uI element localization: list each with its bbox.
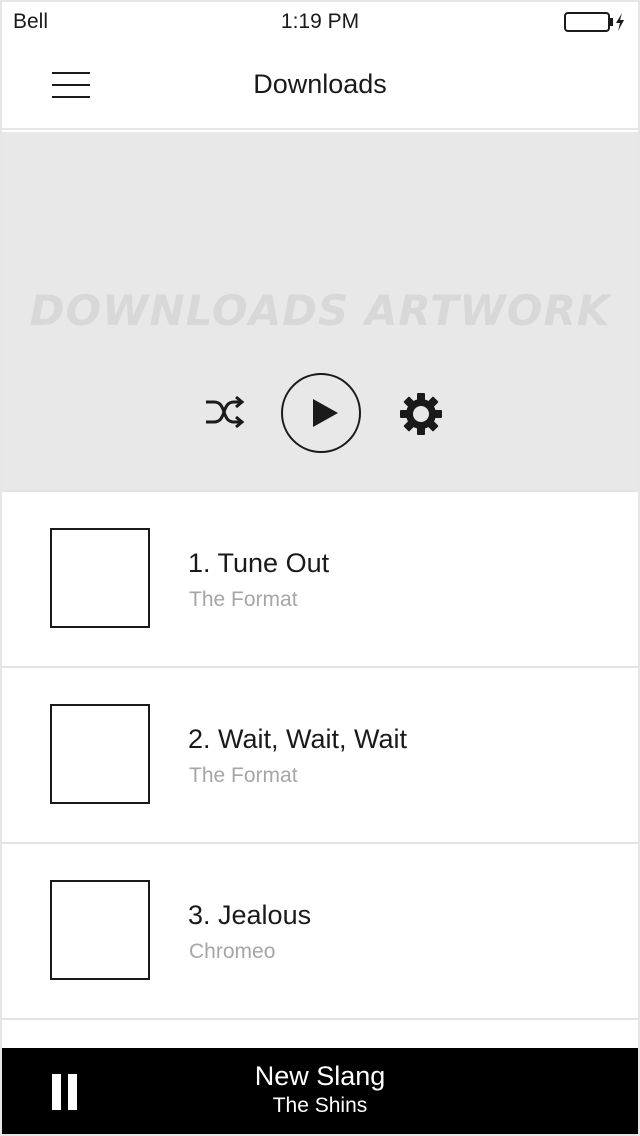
track-artist: The Format (189, 764, 298, 787)
track-artwork (50, 880, 150, 980)
track-artist: The Format (189, 588, 298, 611)
track-title: 1. Tune Out (188, 548, 330, 578)
track-row[interactable]: 1. Tune Out The Format (2, 492, 638, 668)
artwork-placeholder-label: DOWNLOADS ARTWORK (29, 286, 611, 335)
track-row[interactable]: 3. Jealous Chromeo (2, 844, 638, 1020)
status-time: 1:19 PM (280, 10, 360, 33)
header: Downloads (2, 42, 638, 130)
play-icon (313, 399, 338, 427)
track-artwork (50, 704, 150, 804)
now-playing-artist: The Shins (272, 1094, 368, 1117)
shuffle-icon[interactable] (202, 392, 246, 432)
now-playing-title: New Slang (254, 1061, 386, 1091)
play-button[interactable] (281, 373, 361, 453)
gear-icon[interactable] (399, 392, 443, 436)
battery-charging-icon (564, 12, 626, 32)
track-artwork (50, 528, 150, 628)
app-frame: Bell 1:19 PM Downloads DOWNLOADS ARTWORK (0, 0, 640, 1136)
track-artist: Chromeo (189, 940, 276, 963)
track-row[interactable]: 2. Wait, Wait, Wait The Format (2, 668, 638, 844)
track-title: 3. Jealous (188, 900, 312, 930)
track-list: 1. Tune Out The Format 2. Wait, Wait, Wa… (2, 492, 638, 1020)
downloads-artwork: DOWNLOADS ARTWORK (2, 132, 638, 492)
now-playing-bar[interactable]: New Slang The Shins (2, 1048, 638, 1134)
page-title: Downloads (253, 69, 387, 99)
status-bar: Bell 1:19 PM (2, 2, 638, 42)
track-title: 2. Wait, Wait, Wait (188, 724, 408, 754)
